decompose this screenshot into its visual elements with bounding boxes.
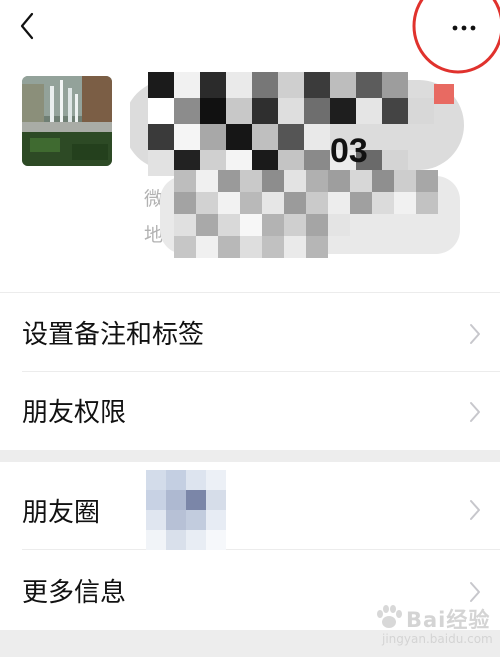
section-gap (0, 450, 500, 462)
row-divider (22, 549, 500, 550)
back-button[interactable] (10, 6, 46, 42)
details-mosaic (160, 170, 460, 258)
set-remark-tags-row[interactable]: 设置备注和标签 (0, 294, 500, 372)
contact-profile-screen: 03 微 地 设置备注和标签 朋友权限 朋友圈 更多信息 Bai经验 jingy… (0, 0, 500, 657)
top-bar (0, 0, 500, 74)
chevron-right-icon (470, 324, 480, 344)
chevron-left-icon (20, 12, 34, 40)
friend-permissions-row[interactable]: 朋友权限 (0, 372, 500, 450)
watermark-url: jingyan.baidu.com (382, 632, 493, 646)
friend-permissions-label: 朋友权限 (22, 398, 127, 428)
baidu-jingyan-watermark: Bai经验 jingyan.baidu.com (372, 600, 496, 650)
chevron-right-icon (470, 402, 480, 422)
moments-photo-mosaic (146, 470, 226, 550)
avatar[interactable] (22, 76, 112, 166)
moments-row[interactable]: 朋友圈 (0, 468, 500, 550)
name-mosaic (130, 72, 464, 176)
profile-info: 03 微 地 (130, 70, 480, 260)
avatar-photo (22, 76, 112, 166)
name-visible-suffix: 03 (330, 132, 368, 170)
set-remark-tags-label: 设置备注和标签 (22, 320, 205, 350)
more-options-button[interactable] (440, 6, 488, 40)
watermark-brand: Bai经验 (406, 608, 491, 632)
paw-logo-icon (377, 605, 402, 628)
chevron-right-icon (470, 500, 480, 520)
moments-label: 朋友圈 (22, 498, 101, 528)
more-info-label: 更多信息 (22, 578, 127, 608)
ellipsis-icon (452, 25, 476, 31)
section-divider (0, 292, 500, 293)
